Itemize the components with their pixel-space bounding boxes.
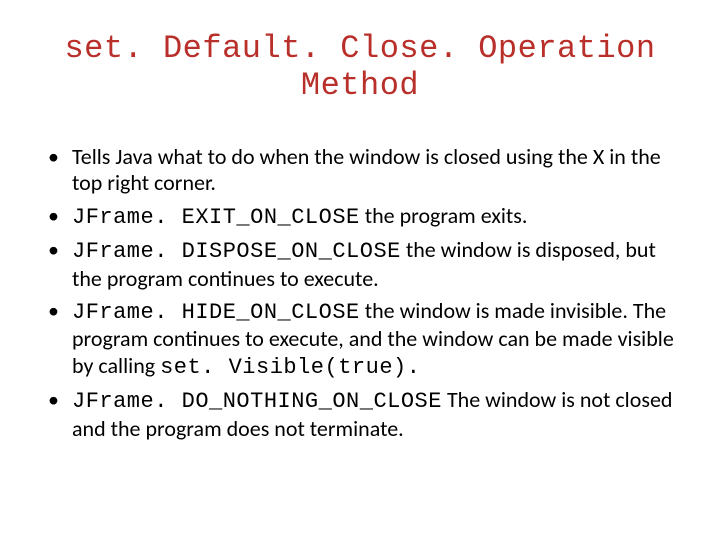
bullet-text: the program exits. [360, 202, 528, 229]
bullet-code: JFrame. HIDE_ON_CLOSE [72, 300, 360, 325]
list-item: JFrame. DISPOSE_ON_CLOSE the window is d… [42, 237, 684, 292]
bullet-code: JFrame. DISPOSE_ON_CLOSE [72, 239, 401, 264]
bullet-code: JFrame. EXIT_ON_CLOSE [72, 205, 360, 230]
list-item: JFrame. EXIT_ON_CLOSE the program exits. [42, 203, 684, 231]
list-item: Tells Java what to do when the window is… [42, 144, 684, 197]
list-item: JFrame. HIDE_ON_CLOSE the window is made… [42, 298, 684, 381]
list-item: JFrame. DO_NOTHING_ON_CLOSE The window i… [42, 387, 684, 442]
bullet-code-2: set. Visible(true). [160, 355, 420, 380]
bullet-text: Tells Java what to do when the window is… [72, 143, 661, 196]
bullet-code: JFrame. DO_NOTHING_ON_CLOSE [72, 389, 442, 414]
slide: set. Default. Close. Operation Method Te… [0, 0, 720, 540]
slide-title: set. Default. Close. Operation Method [36, 30, 684, 104]
bullet-list: Tells Java what to do when the window is… [36, 144, 684, 442]
